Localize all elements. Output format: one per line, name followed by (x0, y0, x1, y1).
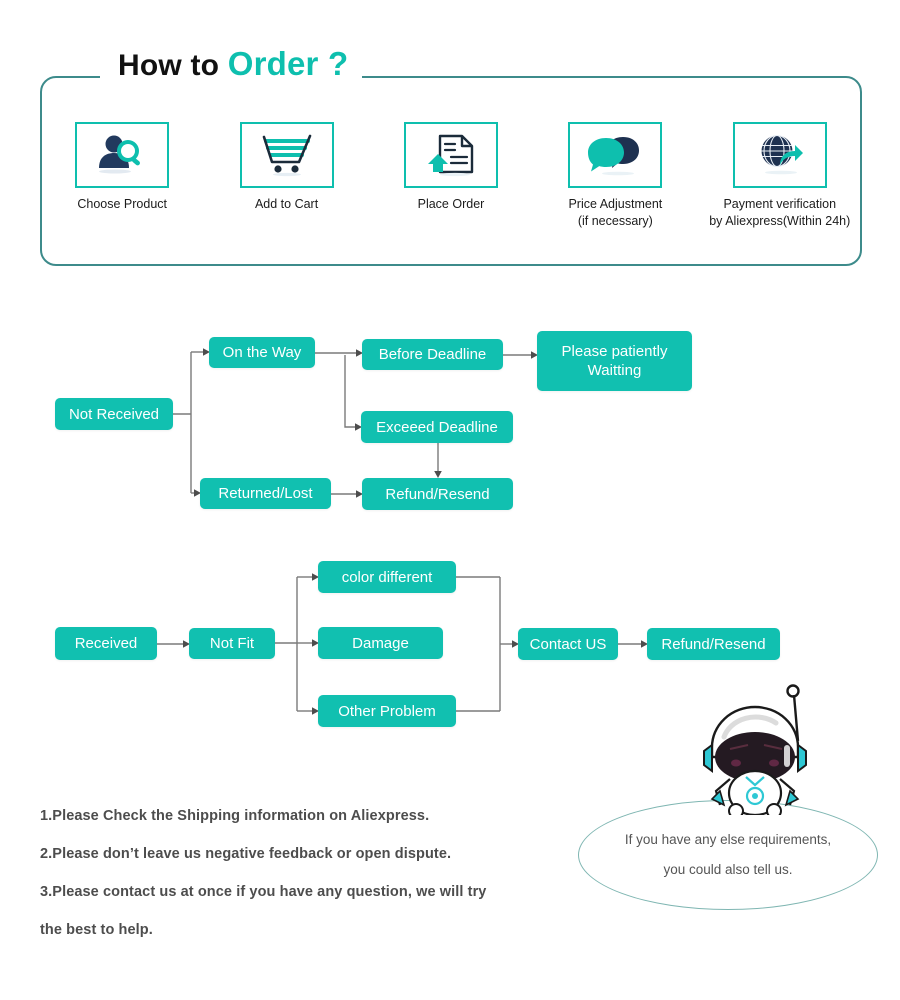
flow-node-color-different[interactable]: color different (318, 561, 456, 593)
note-item: the best to help. (40, 922, 153, 938)
flow-node-not-fit[interactable]: Not Fit (189, 628, 275, 659)
flow-node-other-problem[interactable]: Other Problem (318, 695, 456, 727)
note-item: 2.Please don’t leave us negative feedbac… (40, 846, 452, 862)
flow-node-contact-us[interactable]: Contact US (518, 628, 618, 660)
requirements-speech-bubble: If you have any else requirements, you c… (578, 800, 878, 910)
note-item: 1.Please Check the Shipping information … (40, 808, 430, 824)
note-item: 3.Please contact us at once if you have … (40, 884, 487, 900)
flow-node-received[interactable]: Received (55, 627, 157, 660)
policy-notes: 1.Please Check the Shipping information … (40, 806, 600, 940)
bubble-line-2: you could also tell us. (663, 862, 793, 877)
flow-node-damage[interactable]: Damage (318, 627, 443, 659)
astronaut-mascot (703, 684, 807, 815)
flow-node-refund-resend-2[interactable]: Refund/Resend (647, 628, 780, 660)
bubble-line-1: If you have any else requirements, (624, 832, 832, 847)
